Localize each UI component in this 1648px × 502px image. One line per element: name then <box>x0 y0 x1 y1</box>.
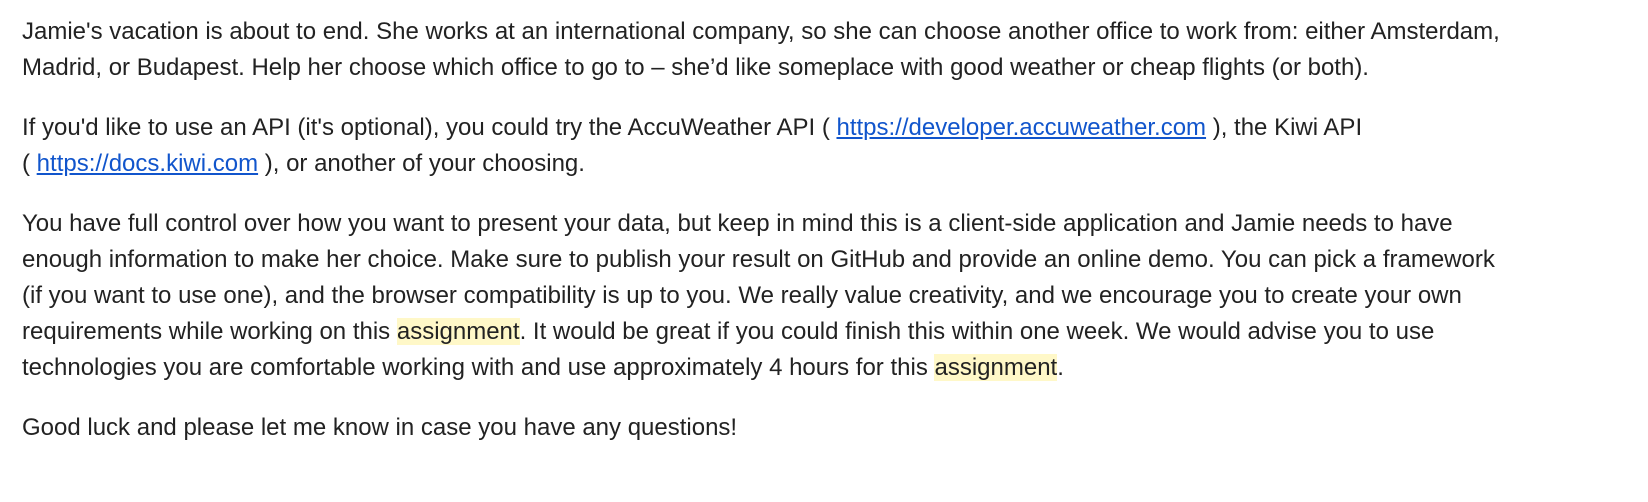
api-line-1-text-after: ), the Kiwi API <box>1206 114 1363 141</box>
requirements-line-4-before: requirements while working on this <box>22 318 397 345</box>
requirements-line-5: technologies you are comfortable working… <box>22 350 1620 386</box>
email-body: Jamie's vacation is about to end. She wo… <box>0 0 1620 446</box>
paragraph-intro: Jamie's vacation is about to end. She wo… <box>22 14 1620 86</box>
api-line-2-text-before: ( <box>22 150 37 177</box>
api-line-2: ( https://docs.kiwi.com ), or another of… <box>22 146 1620 182</box>
requirements-line-5-after: . <box>1057 354 1064 381</box>
requirements-line-3: (if you want to use one), and the browse… <box>22 282 1462 309</box>
requirements-line-2: enough information to make her choice. M… <box>22 246 1495 273</box>
api-line-1-text-before: If you'd like to use an API (it's option… <box>22 114 837 141</box>
closing-line: Good luck and please let me know in case… <box>22 414 738 441</box>
paragraph-requirements: You have full control over how you want … <box>22 206 1620 386</box>
requirements-line-4-after: . It would be great if you could finish … <box>519 318 1435 345</box>
accuweather-link[interactable]: https://developer.accuweather.com <box>836 114 1206 141</box>
paragraph-closing: Good luck and please let me know in case… <box>22 410 1620 446</box>
requirements-line-4: requirements while working on this assig… <box>22 314 1620 350</box>
highlighted-word: assignment <box>934 354 1058 381</box>
intro-line-2: Madrid, or Budapest. Help her choose whi… <box>22 54 1369 81</box>
paragraph-api: If you'd like to use an API (it's option… <box>22 110 1620 182</box>
api-line-2-text-after: ), or another of your choosing. <box>258 150 585 177</box>
api-line-1: If you'd like to use an API (it's option… <box>22 110 1620 146</box>
kiwi-link[interactable]: https://docs.kiwi.com <box>37 150 258 177</box>
highlighted-word: assignment <box>396 318 520 345</box>
intro-line-1: Jamie's vacation is about to end. She wo… <box>22 18 1500 45</box>
requirements-line-1: You have full control over how you want … <box>22 210 1453 237</box>
requirements-line-5-before: technologies you are comfortable working… <box>22 354 935 381</box>
